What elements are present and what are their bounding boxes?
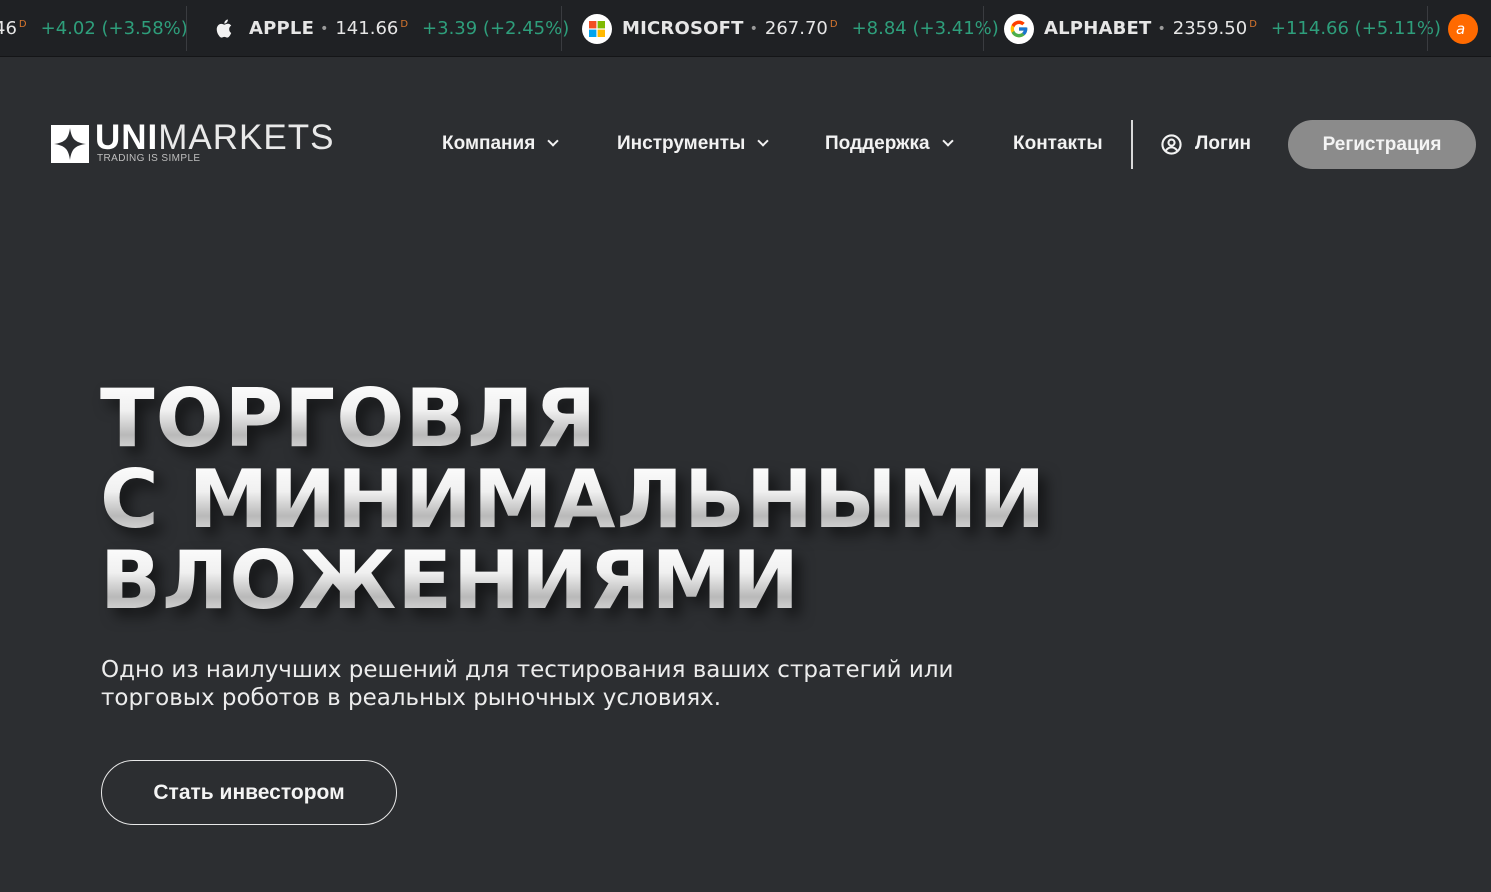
svg-text:a: a: [1456, 20, 1465, 38]
hero-subtitle: Одно из наилучших решений для тестирован…: [101, 657, 954, 711]
nav-support-label: Поддержка: [825, 133, 930, 154]
hero-title-line: ТОРГОВЛЯ: [100, 378, 1200, 459]
apple-icon: [212, 14, 236, 44]
brand-tagline: TRADING IS SIMPLE: [97, 153, 201, 164]
ticker-name: APPLE: [249, 18, 315, 39]
ticker-price: 2359.50: [1172, 18, 1248, 39]
ticker-divider: [561, 6, 562, 51]
ticker-suffix: D: [18, 19, 27, 30]
ticker-suffix: D: [400, 19, 409, 30]
ticker-item-apple[interactable]: APPLE • 141.66 D +3.39 (+2.45%): [212, 0, 570, 56]
brand-name-rest: MARKETS: [158, 118, 335, 157]
brand-logo[interactable]: UNIMARKETS TRADING IS SIMPLE: [51, 120, 341, 166]
login-label: Логин: [1195, 133, 1252, 154]
ticker-item-next[interactable]: a: [1448, 0, 1488, 56]
login-link[interactable]: Логин: [1161, 120, 1251, 168]
ticker-name: ALPHABET: [1044, 18, 1152, 39]
ticker-divider: [983, 6, 984, 51]
nav-contacts[interactable]: Контакты: [1013, 120, 1103, 168]
ticker-price: 267.70: [764, 18, 828, 39]
nav-instruments[interactable]: Инструменты: [617, 120, 769, 168]
ticker-name: MICROSOFT: [622, 18, 744, 39]
ticker-change: +114.66 (+5.11%): [1270, 18, 1441, 39]
ticker-change: +8.84 (+3.41%): [851, 18, 999, 39]
hero-title-line: С МИНИМАЛЬНЫМИ: [100, 459, 1200, 540]
ticker-price: 141.66: [335, 18, 399, 39]
ticker-item-microsoft[interactable]: MICROSOFT • 267.70 D +8.84 (+3.41%): [582, 0, 999, 56]
chevron-down-icon: [547, 135, 559, 147]
brand-name: UNIMARKETS: [95, 120, 334, 156]
become-investor-button[interactable]: Стать инвестором: [101, 760, 397, 825]
ticker-dot: •: [320, 20, 329, 37]
ticker-dot: •: [749, 20, 758, 37]
ticker-divider: [186, 6, 187, 51]
ticker-item[interactable]: 46D +4.02 (+3.58%): [0, 0, 188, 56]
nav-support[interactable]: Поддержка: [825, 120, 954, 168]
google-icon: [1004, 13, 1034, 44]
nav-contacts-label: Контакты: [1013, 133, 1103, 154]
nav-instruments-label: Инструменты: [617, 133, 746, 154]
ticker-suffix: D: [1249, 19, 1257, 30]
brand-name-bold: UNI: [95, 118, 159, 157]
user-circle-icon: [1161, 133, 1182, 155]
microsoft-icon: [582, 13, 612, 44]
logo-mark-icon: [51, 125, 89, 163]
ticker-change: +3.39 (+2.45%): [422, 18, 570, 39]
chevron-down-icon: [941, 135, 954, 147]
nav-company[interactable]: Компания: [442, 120, 559, 168]
register-button[interactable]: Регистрация: [1288, 120, 1476, 169]
alibaba-icon: a: [1448, 13, 1478, 44]
stock-ticker: 46D +4.02 (+3.58%) APPLE • 141.66D +3.39…: [0, 0, 1491, 57]
hero-title: ТОРГОВЛЯ С МИНИМАЛЬНЫМИ ВЛОЖЕНИЯМИ: [100, 378, 1200, 621]
nav-company-label: Компания: [442, 133, 536, 154]
ticker-item-alphabet[interactable]: ALPHABET • 2359.50 D +114.66 (+5.11%): [1004, 0, 1441, 56]
chevron-down-icon: [757, 135, 769, 147]
ticker-suffix: D: [829, 19, 838, 30]
ticker-divider: [1427, 6, 1428, 51]
hero-title-line: ВЛОЖЕНИЯМИ: [100, 540, 1200, 621]
nav-divider: [1131, 120, 1133, 169]
ticker-price: 46: [0, 18, 17, 39]
ticker-change: +4.02 (+3.58%): [40, 18, 188, 39]
ticker-dot: •: [1157, 20, 1166, 37]
